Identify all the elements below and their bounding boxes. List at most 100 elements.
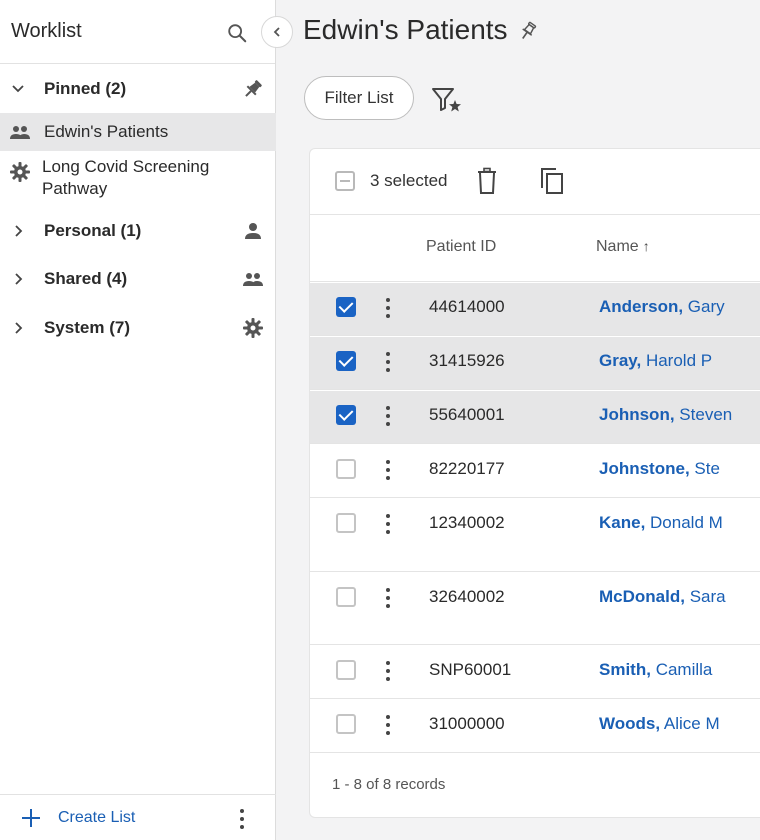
- row-checkbox[interactable]: [336, 459, 356, 479]
- sidebar-group-system[interactable]: System (7): [0, 305, 276, 351]
- row-checkbox[interactable]: [336, 660, 356, 680]
- patient-given-name: Alice M: [663, 714, 720, 733]
- patient-given-name: Sara: [689, 587, 726, 606]
- table-row[interactable]: 44614000 Anderson, Gary: [310, 283, 760, 336]
- sidebar-item-label: Long Covid Screening Pathway: [42, 157, 210, 198]
- sidebar-group-pinned[interactable]: Pinned (2): [0, 66, 276, 112]
- patient-name-link[interactable]: Johnstone, Ste: [599, 459, 720, 479]
- row-checkbox[interactable]: [336, 405, 356, 425]
- sidebar-group-label: Shared (4): [44, 269, 128, 288]
- row-checkbox[interactable]: [336, 513, 356, 533]
- table-row[interactable]: SNP60001 Smith, Camilla: [310, 646, 760, 699]
- sidebar-item-edwins-patients[interactable]: Edwin's Patients: [0, 113, 276, 151]
- search-icon[interactable]: [226, 22, 248, 44]
- patient-surname: Gray,: [599, 351, 642, 370]
- worklist-sidebar: Worklist Pinned (2) Edwin's Patients Lon…: [0, 0, 276, 840]
- patient-surname: Anderson,: [599, 297, 684, 316]
- patient-given-name: Camilla: [655, 660, 713, 679]
- collapse-sidebar-button[interactable]: [261, 16, 293, 48]
- table-header: Patient ID Name ↑: [310, 215, 760, 282]
- sidebar-item-long-covid[interactable]: Long Covid Screening Pathway: [0, 152, 276, 202]
- patient-name-link[interactable]: Woods, Alice M: [599, 714, 720, 734]
- sidebar-header: Worklist: [0, 0, 275, 64]
- patient-id: SNP60001: [429, 660, 512, 679]
- filter-list-button[interactable]: Filter List: [304, 76, 414, 120]
- patient-name-link[interactable]: Gray, Harold P: [599, 351, 712, 371]
- table-row[interactable]: 55640001 Johnson, Steven: [310, 391, 760, 444]
- patient-name-link[interactable]: Anderson, Gary: [599, 297, 725, 317]
- row-checkbox[interactable]: [336, 587, 356, 607]
- patient-surname: McDonald,: [599, 587, 685, 606]
- select-all-checkbox[interactable]: [335, 171, 355, 191]
- column-header-name[interactable]: Name ↑: [596, 238, 650, 256]
- table-row[interactable]: 82220177 Johnstone, Ste: [310, 445, 760, 498]
- patient-id: 44614000: [429, 297, 505, 316]
- row-menu-icon[interactable]: [384, 661, 392, 681]
- person-icon: [245, 223, 261, 239]
- row-menu-icon[interactable]: [384, 588, 392, 608]
- people-icon: [243, 273, 263, 286]
- column-header-label: Name: [596, 238, 639, 255]
- page-title: Edwin's Patients: [303, 14, 508, 45]
- patient-surname: Woods,: [599, 714, 661, 733]
- patient-surname: Kane,: [599, 513, 646, 532]
- row-menu-icon[interactable]: [384, 352, 392, 372]
- patient-given-name: Steven: [679, 405, 733, 424]
- table-row[interactable]: 12340002 Kane, Donald M: [310, 499, 760, 572]
- table-toolbar: 3 selected: [310, 149, 760, 215]
- table-row[interactable]: 31415926 Gray, Harold P: [310, 337, 760, 390]
- gear-icon: [10, 162, 30, 182]
- chevron-down-icon: [12, 85, 24, 93]
- sidebar-group-shared[interactable]: Shared (4): [0, 256, 276, 302]
- sidebar-item-label: Edwin's Patients: [44, 122, 169, 141]
- patient-id: 32640002: [429, 587, 505, 606]
- column-header-patient-id[interactable]: Patient ID: [426, 238, 496, 256]
- patient-id: 82220177: [429, 459, 505, 478]
- plus-icon: [22, 809, 40, 827]
- chevron-left-icon: [273, 27, 280, 37]
- sidebar-footer: Create List: [0, 794, 276, 840]
- patient-table-card: 3 selected Patient ID Name ↑ 44614000 And…: [309, 148, 760, 818]
- sidebar-group-personal[interactable]: Personal (1): [0, 208, 276, 254]
- patient-surname: Smith,: [599, 660, 651, 679]
- patient-given-name: Donald M: [650, 513, 723, 532]
- patient-name-link[interactable]: Johnson, Steven: [599, 405, 732, 425]
- patient-surname: Johnson,: [599, 405, 675, 424]
- sidebar-group-label: Pinned (2): [44, 79, 127, 98]
- row-menu-icon[interactable]: [384, 715, 392, 735]
- more-options-icon[interactable]: [232, 807, 252, 831]
- row-menu-icon[interactable]: [384, 460, 392, 480]
- trash-icon[interactable]: [476, 167, 498, 195]
- patient-id: 31000000: [429, 714, 505, 733]
- patient-id: 12340002: [429, 513, 505, 532]
- pin-icon[interactable]: [517, 20, 539, 42]
- row-checkbox[interactable]: [336, 351, 356, 371]
- patient-given-name: Harold P: [645, 351, 713, 370]
- table-row[interactable]: 32640002 McDonald, Sara: [310, 573, 760, 645]
- records-count: 1 - 8 of 8 records: [332, 776, 446, 793]
- saved-filter-icon[interactable]: [431, 86, 463, 114]
- row-menu-icon[interactable]: [384, 406, 392, 426]
- patient-id: 31415926: [429, 351, 505, 370]
- patient-surname: Johnstone,: [599, 459, 690, 478]
- patient-name-link[interactable]: Kane, Donald M: [599, 513, 723, 533]
- row-checkbox[interactable]: [336, 297, 356, 317]
- patient-name-link[interactable]: Smith, Camilla: [599, 660, 712, 680]
- pin-icon: [245, 80, 262, 97]
- selected-count: 3 selected: [370, 171, 448, 190]
- patient-given-name: Gary: [687, 297, 725, 316]
- create-list-button[interactable]: Create List: [20, 807, 135, 829]
- patient-name-link[interactable]: McDonald, Sara: [599, 587, 726, 607]
- gear-icon: [243, 318, 263, 338]
- row-checkbox[interactable]: [336, 714, 356, 734]
- chevron-right-icon: [15, 273, 23, 285]
- copy-icon[interactable]: [539, 167, 565, 195]
- sidebar-title: Worklist: [11, 20, 82, 42]
- sort-ascending-icon: ↑: [642, 238, 650, 254]
- row-menu-icon[interactable]: [384, 298, 392, 318]
- chevron-right-icon: [15, 322, 23, 334]
- table-row[interactable]: 31000000 Woods, Alice M: [310, 700, 760, 753]
- patient-id: 55640001: [429, 405, 505, 424]
- people-icon: [10, 126, 30, 139]
- row-menu-icon[interactable]: [384, 514, 392, 534]
